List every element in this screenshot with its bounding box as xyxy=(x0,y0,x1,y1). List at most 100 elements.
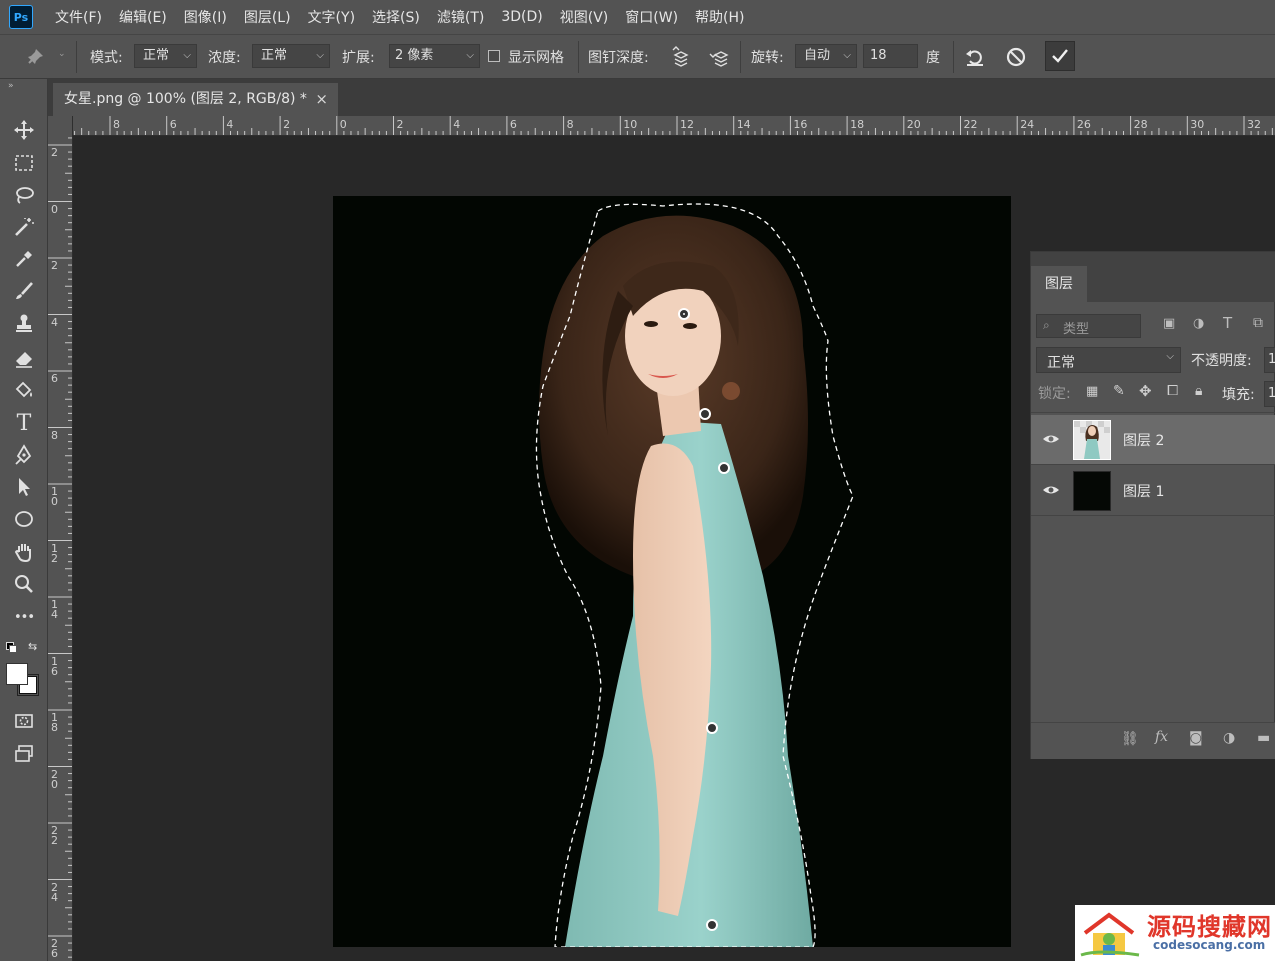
collapse-arrows-icon[interactable]: » xyxy=(8,81,14,91)
lock-position-icon[interactable]: ✥ xyxy=(1139,382,1152,400)
ruler-number: 22 xyxy=(963,118,978,131)
type-filter-icon[interactable]: T xyxy=(1223,314,1232,332)
rotate-mode-dropdown[interactable]: 自动 ⌵ xyxy=(795,44,857,68)
add-mask-icon[interactable]: ◙ xyxy=(1189,730,1203,746)
ruler-horizontal[interactable]: 8 6 4 2 0 2 4 6 8 10 12 14 16 18 20 22 24 26 28 30 32 xyxy=(72,116,1275,136)
magic-wand-icon[interactable] xyxy=(8,213,40,241)
eraser-tool-icon[interactable] xyxy=(8,344,40,372)
reset-undo-icon[interactable] xyxy=(962,44,988,70)
pin-forward-icon[interactable] xyxy=(668,44,694,70)
foreground-color-swatch[interactable] xyxy=(6,663,28,685)
lock-artboard-icon[interactable]: ⧠ xyxy=(1167,383,1178,399)
layer-row[interactable]: 图层 1 xyxy=(1031,466,1275,516)
divider xyxy=(740,41,741,73)
ruler-vertical[interactable]: 2 0 2 4 6 8 1 0 1 2 1 4 1 6 1 8 2 0 2 2 2 4 2 6 xyxy=(48,116,73,961)
move-tool-icon[interactable] xyxy=(8,116,40,144)
adjustment-filter-icon[interactable]: ◑ xyxy=(1193,316,1204,331)
lock-label: 锁定: xyxy=(1038,386,1071,402)
cancel-icon[interactable] xyxy=(1003,44,1029,70)
density-dropdown[interactable]: 正常 ⌵ xyxy=(252,44,330,68)
menu-select[interactable]: 选择(S) xyxy=(372,7,420,27)
type-tool-icon[interactable]: T xyxy=(8,409,40,437)
opacity-input[interactable]: 1( xyxy=(1264,347,1275,373)
watermark-title: 源码搜藏网 xyxy=(1147,913,1272,941)
stamp-tool-icon[interactable] xyxy=(8,309,40,337)
commit-check-icon[interactable] xyxy=(1045,41,1075,71)
rotate-angle-input[interactable]: 18 xyxy=(863,44,918,68)
menu-file[interactable]: 文件(F) xyxy=(55,7,102,27)
brush-tool-icon[interactable] xyxy=(8,277,40,305)
chevron-down-icon: ⌵ xyxy=(316,50,324,61)
chevron-down-icon: ⌵ xyxy=(183,50,191,61)
divider xyxy=(578,41,579,73)
menu-image[interactable]: 图像(I) xyxy=(184,7,227,27)
tools-panel: » T ••• ⇆ xyxy=(0,79,48,961)
menu-edit[interactable]: 编辑(E) xyxy=(119,7,167,27)
visibility-eye-icon[interactable] xyxy=(1041,429,1061,449)
puppet-pin[interactable] xyxy=(699,408,711,420)
menu-layer[interactable]: 图层(L) xyxy=(244,7,291,27)
mode-dropdown[interactable]: 正常 ⌵ xyxy=(134,44,197,68)
shape-filter-icon[interactable]: ⧉ xyxy=(1253,315,1263,331)
pin-backward-icon[interactable] xyxy=(706,44,732,70)
puppet-pin[interactable] xyxy=(718,462,730,474)
hand-tool-icon[interactable] xyxy=(8,538,40,566)
puppet-pin[interactable] xyxy=(678,308,690,320)
puppet-pin-icon[interactable] xyxy=(22,44,48,70)
lock-pixels-icon[interactable]: ✎ xyxy=(1113,383,1125,399)
lasso-tool-icon[interactable] xyxy=(8,181,40,209)
menu-view[interactable]: 视图(V) xyxy=(560,7,609,27)
layers-tab[interactable]: 图层 xyxy=(1031,266,1087,302)
ellipse-tool-icon[interactable] xyxy=(8,505,40,533)
ruler-number: 2 xyxy=(396,118,404,131)
show-mesh-checkbox[interactable] xyxy=(488,50,500,62)
ruler-number: 2 2 xyxy=(51,824,58,847)
zoom-tool-icon[interactable] xyxy=(8,570,40,598)
swap-colors-icon[interactable]: ⇆ xyxy=(28,640,37,653)
default-colors-icon[interactable] xyxy=(6,642,17,653)
opacity-label: 不透明度: xyxy=(1191,353,1252,369)
layer-style-fx-icon[interactable]: fx xyxy=(1155,729,1168,745)
menu-type[interactable]: 文字(Y) xyxy=(308,7,355,27)
portrait-image xyxy=(333,196,1011,947)
layer-filter-label: 类型 xyxy=(1063,322,1090,337)
paint-bucket-icon[interactable] xyxy=(8,376,40,404)
menu-help[interactable]: 帮助(H) xyxy=(695,7,744,27)
fill-input[interactable]: 1( xyxy=(1264,381,1275,407)
ruler-number: 14 xyxy=(736,118,751,131)
path-select-icon[interactable] xyxy=(8,473,40,501)
tool-preset-chevron-icon[interactable]: ⌄ xyxy=(58,49,66,59)
link-layers-icon[interactable]: ⛓︎ xyxy=(1121,731,1139,747)
layer-filter-dropdown[interactable]: ⌕ 类型 xyxy=(1036,314,1141,338)
close-icon[interactable]: × xyxy=(315,83,328,116)
menu-window[interactable]: 窗口(W) xyxy=(625,7,678,27)
lock-all-icon[interactable]: 🔒︎ xyxy=(1195,383,1202,399)
lock-transparency-icon[interactable]: ▦ xyxy=(1086,384,1098,399)
chevron-down-icon: ⌵ xyxy=(843,50,851,61)
more-tools-icon[interactable]: ••• xyxy=(8,603,40,631)
visibility-eye-icon[interactable] xyxy=(1041,480,1061,500)
puppet-pin[interactable] xyxy=(706,722,718,734)
ruler-number: 2 6 xyxy=(51,937,58,960)
ruler-number: 6 xyxy=(509,118,517,131)
expand-dropdown[interactable]: 2 像素 ⌵ xyxy=(389,44,480,68)
ruler-number: 24 xyxy=(1020,118,1035,131)
menu-filter[interactable]: 滤镜(T) xyxy=(437,7,484,27)
screen-mode-icon[interactable] xyxy=(8,740,40,768)
quick-mask-icon[interactable] xyxy=(8,707,40,735)
pen-tool-icon[interactable] xyxy=(8,441,40,469)
eyedropper-icon[interactable] xyxy=(8,245,40,273)
document-canvas[interactable] xyxy=(333,196,1011,947)
panel-tab-bar: 图层 xyxy=(1031,252,1275,302)
image-filter-icon[interactable]: ▣ xyxy=(1163,316,1175,331)
new-group-folder-icon[interactable]: ▬ xyxy=(1257,730,1270,746)
ruler-number: 2 xyxy=(51,146,58,159)
puppet-pin[interactable] xyxy=(706,919,718,931)
blend-mode-dropdown[interactable]: 正常 ⌵ xyxy=(1036,347,1181,373)
layer-row[interactable]: 图层 2 xyxy=(1031,415,1275,465)
adjustment-layer-icon[interactable]: ◑ xyxy=(1223,730,1235,746)
ruler-number: 30 xyxy=(1190,118,1205,131)
document-tab[interactable]: 女星.png @ 100% (图层 2, RGB/8) * × xyxy=(53,83,338,116)
marquee-tool-icon[interactable] xyxy=(8,149,40,177)
menu-3d[interactable]: 3D(D) xyxy=(501,9,542,25)
